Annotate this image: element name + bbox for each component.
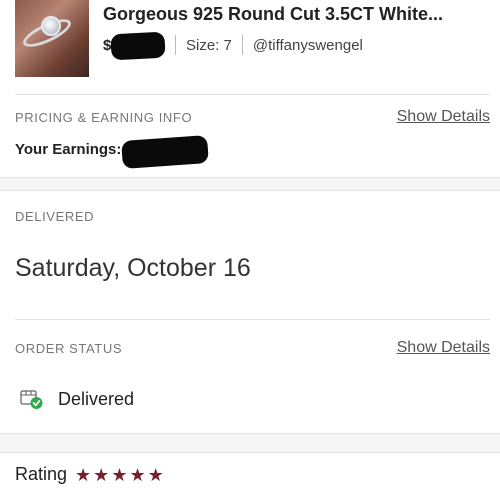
price-redaction — [110, 31, 166, 60]
rating-stars: ★ ★ ★ ★ ★ — [75, 466, 166, 484]
price-currency: $ — [103, 36, 112, 54]
section-gap — [0, 433, 500, 453]
meta-separator — [175, 35, 176, 55]
delivered-date: Saturday, October 16 — [15, 254, 251, 282]
ring-stone — [41, 16, 61, 36]
item-card[interactable]: Gorgeous 925 Round Cut 3.5CT White... $ … — [0, 0, 500, 94]
package-check-icon — [20, 387, 44, 411]
earnings-label: Your Earnings: — [15, 141, 122, 158]
pricing-section-label: PRICING & EARNING INFO — [15, 110, 193, 125]
order-status-section-label: ORDER STATUS — [15, 341, 123, 356]
star-icon: ★ — [111, 464, 128, 485]
item-size: Size: 7 — [186, 36, 232, 54]
star-icon: ★ — [147, 464, 164, 485]
order-status-text: Delivered — [58, 388, 135, 409]
rating-label: Rating — [15, 464, 68, 484]
star-icon: ★ — [129, 464, 146, 485]
item-price: $ — [103, 31, 166, 60]
pricing-show-details-link[interactable]: Show Details — [397, 108, 490, 126]
section-gap — [0, 177, 500, 191]
divider — [15, 319, 490, 320]
divider — [15, 94, 490, 95]
rating-row: Rating ★ ★ ★ ★ ★ — [15, 464, 166, 485]
item-meta-row: $ Size: 7 @tiffanyswengel — [103, 31, 363, 60]
status-row: Delivered — [20, 386, 134, 412]
order-status-show-details-link[interactable]: Show Details — [397, 339, 490, 357]
star-icon: ★ — [75, 464, 92, 485]
star-icon: ★ — [93, 464, 110, 485]
earnings-redaction — [121, 135, 209, 169]
delivered-section-label: DELIVERED — [15, 209, 95, 224]
meta-separator — [241, 35, 243, 55]
item-thumbnail[interactable] — [15, 0, 89, 77]
item-title[interactable]: Gorgeous 925 Round Cut 3.5CT White... — [103, 4, 443, 25]
seller-username[interactable]: @tiffanyswengel — [253, 37, 363, 54]
